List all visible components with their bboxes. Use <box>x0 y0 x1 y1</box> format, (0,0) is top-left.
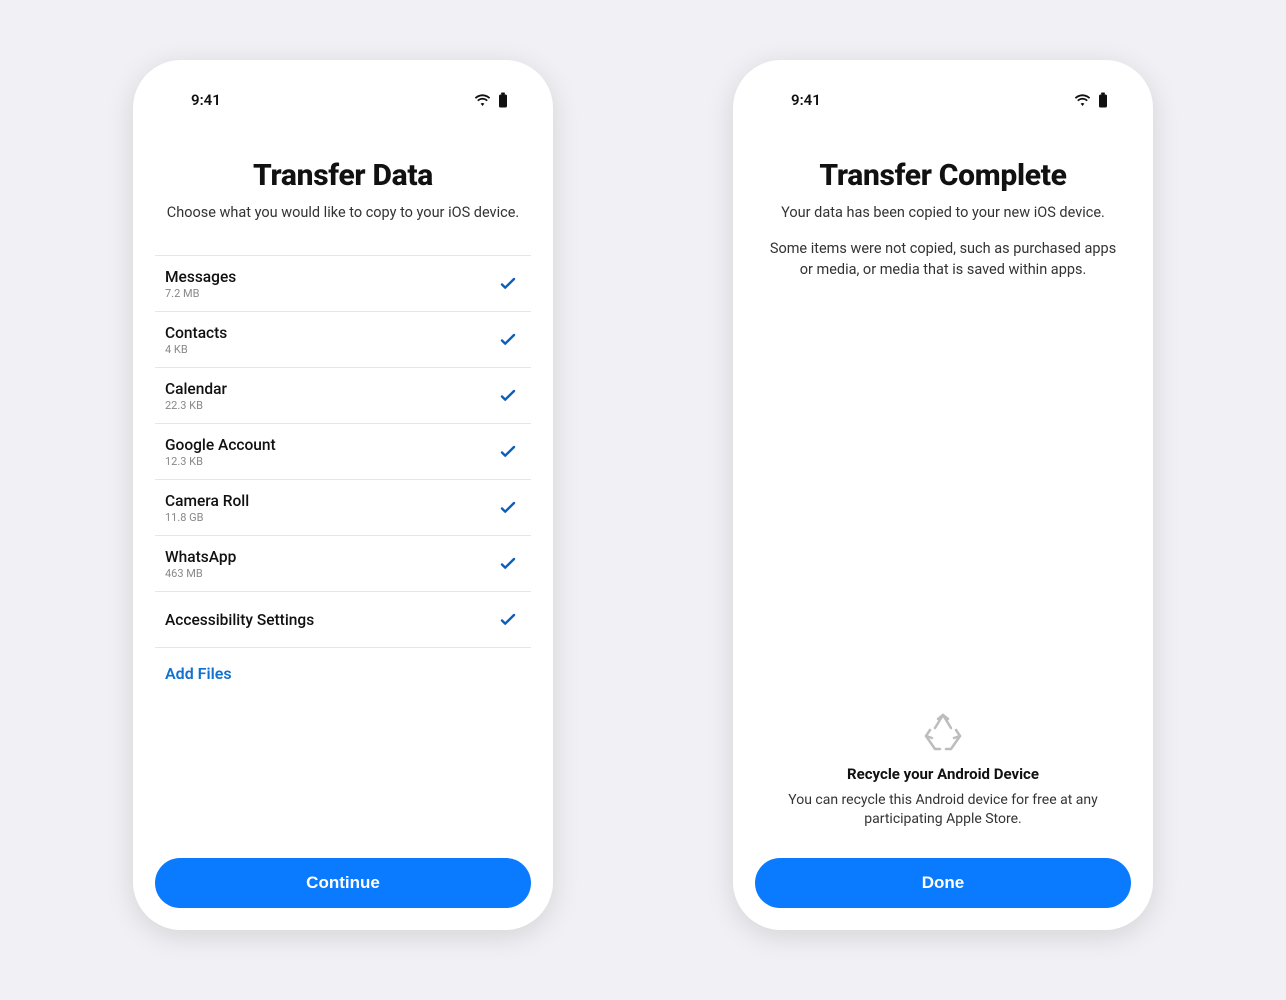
item-size: 22.3 KB <box>165 399 227 412</box>
screen-title: Transfer Data <box>165 158 521 193</box>
item-size: 4 KB <box>165 343 227 356</box>
item-label: Messages <box>165 268 236 286</box>
screen-subtitle-1: Your data has been copied to your new iO… <box>765 203 1121 223</box>
recycle-description: You can recycle this Android device for … <box>771 791 1115 830</box>
recycle-block: Recycle your Android Device You can recy… <box>755 713 1131 830</box>
checkmark-icon <box>499 555 517 573</box>
item-label: WhatsApp <box>165 548 236 566</box>
list-item-whatsapp[interactable]: WhatsApp 463 MB <box>155 536 531 592</box>
checkmark-icon <box>499 275 517 293</box>
status-time: 9:41 <box>791 91 821 109</box>
item-size: 11.8 GB <box>165 511 249 524</box>
status-icons <box>474 92 509 109</box>
item-label: Google Account <box>165 436 276 454</box>
screen-subtitle: Choose what you would like to copy to yo… <box>165 203 521 223</box>
item-label: Calendar <box>165 380 227 398</box>
status-time: 9:41 <box>191 91 221 109</box>
screen-header: Transfer Complete Your data has been cop… <box>755 112 1131 300</box>
checkmark-icon <box>499 443 517 461</box>
status-icons <box>1074 92 1109 109</box>
footer: Done <box>755 848 1131 908</box>
recycle-title: Recycle your Android Device <box>771 765 1115 783</box>
battery-icon <box>497 92 509 109</box>
item-label: Camera Roll <box>165 492 249 510</box>
done-button[interactable]: Done <box>755 858 1131 908</box>
screen-title: Transfer Complete <box>765 158 1121 193</box>
item-size: 12.3 KB <box>165 455 276 468</box>
list-item-messages[interactable]: Messages 7.2 MB <box>155 256 531 312</box>
item-size: 463 MB <box>165 567 236 580</box>
checkmark-icon <box>499 331 517 349</box>
wifi-icon <box>1074 94 1091 107</box>
battery-icon <box>1097 92 1109 109</box>
checkmark-icon <box>499 387 517 405</box>
list-item-accessibility[interactable]: Accessibility Settings <box>155 592 531 648</box>
list-item-google-account[interactable]: Google Account 12.3 KB <box>155 424 531 480</box>
list-item-contacts[interactable]: Contacts 4 KB <box>155 312 531 368</box>
status-bar: 9:41 <box>755 88 1131 112</box>
footer: Continue <box>155 848 531 908</box>
phone-transfer-data: 9:41 Transfer Data Choose what you would… <box>133 60 553 930</box>
status-bar: 9:41 <box>155 88 531 112</box>
list-item-calendar[interactable]: Calendar 22.3 KB <box>155 368 531 424</box>
item-size: 7.2 MB <box>165 287 236 300</box>
transfer-list: Messages 7.2 MB Contacts 4 KB Calendar 2… <box>155 255 531 648</box>
screen-subtitle-2: Some items were not copied, such as purc… <box>765 239 1121 280</box>
continue-button[interactable]: Continue <box>155 858 531 908</box>
wifi-icon <box>474 94 491 107</box>
phone-transfer-complete: 9:41 Transfer Complete Your data has bee… <box>733 60 1153 930</box>
recycle-icon <box>771 713 1115 755</box>
add-files-link[interactable]: Add Files <box>155 648 531 691</box>
list-item-camera-roll[interactable]: Camera Roll 11.8 GB <box>155 480 531 536</box>
item-label: Contacts <box>165 324 227 342</box>
item-label: Accessibility Settings <box>165 611 314 629</box>
screen-header: Transfer Data Choose what you would like… <box>155 112 531 243</box>
checkmark-icon <box>499 499 517 517</box>
checkmark-icon <box>499 611 517 629</box>
